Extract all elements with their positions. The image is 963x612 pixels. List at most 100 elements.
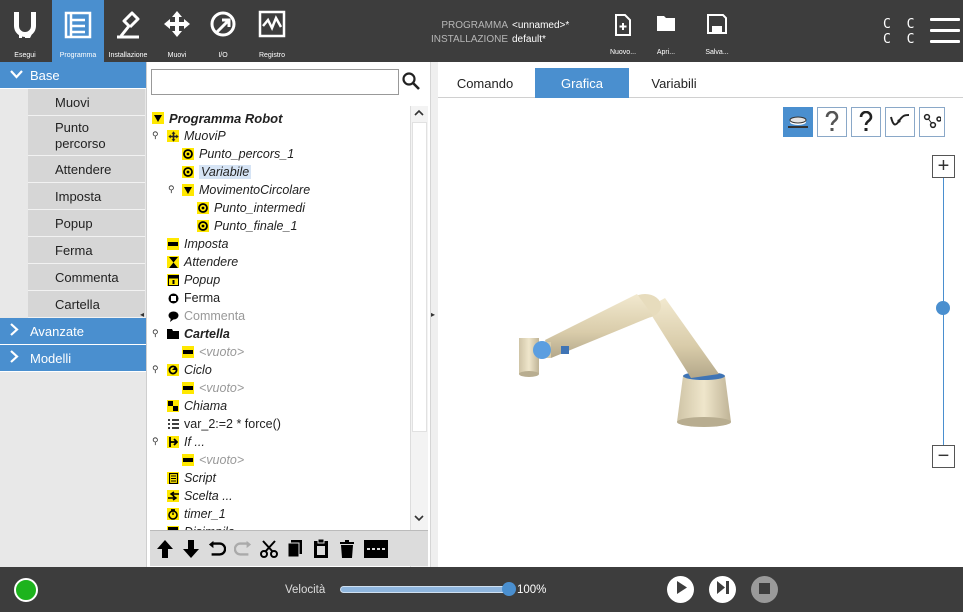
nav-esegui[interactable]: Esegui	[0, 0, 50, 62]
tab-label: Grafica	[561, 75, 603, 91]
tree-node[interactable]: Punto_percors_1	[182, 145, 294, 163]
tree-node-text: <vuoto>	[199, 453, 245, 467]
tree-node[interactable]: Script	[167, 469, 216, 487]
tree-node-text: Programma Robot	[169, 110, 283, 126]
tree-node[interactable]: Popup	[167, 271, 220, 289]
step-button[interactable]	[709, 576, 736, 603]
collapse-icon[interactable]	[152, 112, 164, 124]
tree-node-text: Punto_finale_1	[214, 219, 298, 233]
tab-comando[interactable]: Comando	[438, 68, 532, 98]
open-button[interactable]: Apri...	[650, 0, 682, 62]
delete-icon[interactable]	[338, 538, 356, 560]
command-panel: Base Muovi Punto percorso Attendere Impo…	[0, 62, 147, 567]
redo-icon[interactable]	[234, 538, 252, 560]
hamburger-menu-icon[interactable]	[930, 18, 960, 44]
save-button[interactable]: Salva...	[700, 0, 734, 62]
scroll-down-icon[interactable]	[414, 514, 424, 525]
cc-indicator[interactable]: C C C C	[883, 17, 918, 47]
installation-name: default*	[512, 34, 546, 45]
pin-icon: ⚲	[152, 328, 159, 338]
category-avanzate[interactable]: Avanzate	[0, 318, 146, 345]
nav-label: Esegui	[14, 52, 36, 59]
tree-node[interactable]: Imposta	[167, 235, 228, 253]
tree-node[interactable]: Punto_finale_1	[197, 217, 297, 235]
tree-node-text: Punto_intermedi	[214, 201, 306, 215]
assignment-icon	[167, 418, 179, 430]
stop-button[interactable]	[751, 576, 778, 603]
tree-node[interactable]: Scelta ...	[167, 487, 233, 505]
category-base[interactable]: Base	[0, 62, 146, 89]
command-punto-percorso[interactable]: Punto percorso	[28, 116, 145, 156]
power-status-button[interactable]	[14, 578, 38, 602]
expand-handle-icon[interactable]: ▸	[431, 310, 435, 319]
command-muovi[interactable]: Muovi	[28, 89, 145, 116]
move-down-icon[interactable]	[182, 538, 200, 560]
tree-node[interactable]: If ...	[167, 433, 205, 451]
scroll-thumb[interactable]	[412, 122, 427, 432]
joints-icon[interactable]	[919, 107, 945, 137]
tab-label: Comando	[456, 75, 514, 91]
nav-programma[interactable]: Programma	[52, 0, 104, 62]
nav-registro[interactable]: Registro	[248, 0, 296, 62]
category-modelli[interactable]: Modelli	[0, 345, 146, 372]
tree-node[interactable]: var_2:=2 * force()	[167, 415, 281, 433]
command-commenta[interactable]: Commenta	[28, 264, 145, 291]
search-input[interactable]	[151, 69, 399, 95]
paste-icon[interactable]	[312, 538, 330, 560]
tree-scrollbar[interactable]	[410, 106, 428, 594]
copy-icon[interactable]	[286, 538, 304, 560]
tab-grafica[interactable]: Grafica	[535, 68, 629, 98]
zoom-in-button[interactable]: +	[932, 155, 955, 178]
tree-node[interactable]: Attendere	[167, 253, 238, 271]
command-label: Muovi	[55, 94, 90, 110]
command-ferma[interactable]: Ferma	[28, 237, 145, 264]
search-icon[interactable]	[402, 72, 420, 95]
tree-node[interactable]: <vuoto>	[182, 379, 244, 397]
tab-variabili[interactable]: Variabili	[632, 68, 716, 98]
tree-node-selected[interactable]: Variabile	[182, 163, 252, 181]
command-imposta[interactable]: Imposta	[28, 183, 145, 210]
zoom-out-button[interactable]: −	[932, 445, 955, 468]
collapse-handle-icon[interactable]: ◂	[140, 310, 144, 319]
help-icon[interactable]	[817, 107, 847, 137]
command-cartella[interactable]: Cartella	[28, 291, 145, 318]
tree-node[interactable]: Cartella	[167, 325, 230, 343]
zoom-slider-knob[interactable]	[936, 301, 950, 315]
path-icon[interactable]	[885, 107, 915, 137]
cut-icon[interactable]	[260, 538, 278, 560]
speed-slider[interactable]	[340, 586, 510, 593]
tree-node[interactable]: Ciclo	[167, 361, 212, 379]
command-popup[interactable]: Popup	[28, 210, 145, 237]
panel-splitter[interactable]: ▸	[430, 62, 438, 567]
nav-installazione[interactable]: Installazione	[104, 0, 152, 62]
tree-node-text: Variabile	[199, 165, 252, 179]
scroll-up-icon[interactable]	[414, 108, 424, 119]
tree-node[interactable]: MovimentoCircolare	[182, 181, 310, 199]
tree-node[interactable]: Punto_intermedi	[197, 199, 305, 217]
speed-slider-knob[interactable]	[502, 582, 516, 596]
undo-icon[interactable]	[208, 538, 226, 560]
nav-muovi[interactable]: Muovi	[154, 0, 200, 62]
suppress-icon[interactable]	[364, 538, 388, 560]
nav-io[interactable]: I/O	[200, 0, 246, 62]
tree-node[interactable]: Commenta	[167, 307, 245, 325]
tree-root[interactable]: Programma Robot	[152, 109, 282, 127]
robot-3d-view[interactable]	[495, 270, 755, 440]
tree-node[interactable]: <vuoto>	[182, 343, 244, 361]
speed-value: 100%	[517, 584, 547, 596]
polyscope-window: Esegui Programma Installazione Muovi I/O…	[0, 0, 963, 612]
move-up-icon[interactable]	[156, 538, 174, 560]
program-name: <unnamed>*	[512, 20, 570, 31]
floor-view-icon[interactable]	[783, 107, 813, 137]
tree-node[interactable]: <vuoto>	[182, 451, 244, 469]
tree-node[interactable]: timer_1	[167, 505, 226, 523]
io-icon	[208, 10, 238, 45]
help-icon[interactable]	[851, 107, 881, 137]
play-button[interactable]	[667, 576, 694, 603]
new-button[interactable]: Nuovo...	[604, 0, 642, 62]
tree-node[interactable]: Ferma	[167, 289, 220, 307]
command-attendere[interactable]: Attendere	[28, 156, 145, 183]
tree-node[interactable]: MuoviP	[167, 127, 226, 145]
tree-node[interactable]: Chiama	[167, 397, 227, 415]
collapse-icon[interactable]	[182, 184, 194, 196]
